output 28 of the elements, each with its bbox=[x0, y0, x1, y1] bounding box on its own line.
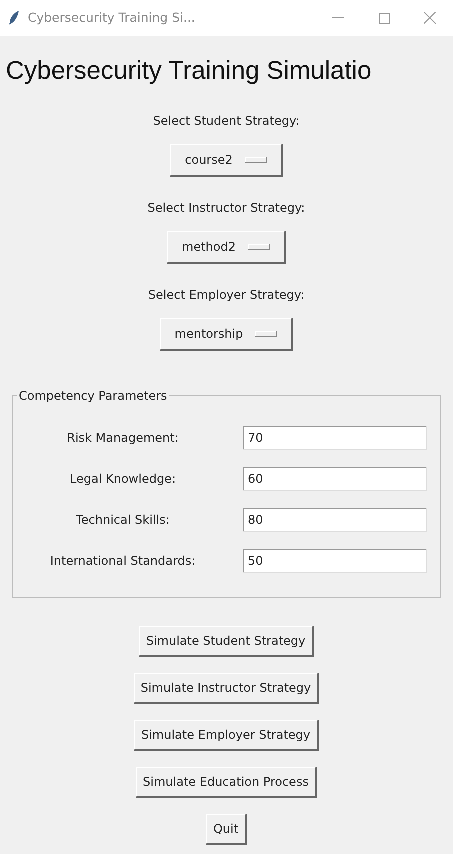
close-icon bbox=[424, 12, 436, 24]
indicator-icon bbox=[255, 331, 278, 338]
indicator-icon bbox=[244, 157, 267, 164]
option-menu[interactable]: course2 bbox=[170, 144, 283, 178]
feather-icon bbox=[8, 10, 20, 26]
field-label: Select Student Strategy: bbox=[152, 113, 301, 130]
option-menu[interactable]: method2 bbox=[167, 231, 286, 264]
action-button[interactable]: Simulate Education Process bbox=[136, 767, 317, 798]
app-heading: Cybersecurity Training Simulatio bbox=[6, 56, 373, 87]
field-label: Technical Skills: bbox=[75, 512, 171, 530]
maximize-icon bbox=[378, 12, 390, 24]
input-field[interactable]: 80 bbox=[243, 508, 427, 532]
minimize-icon bbox=[332, 17, 344, 19]
action-button[interactable]: Simulate Employer Strategy bbox=[134, 720, 319, 752]
option-menu[interactable]: mentorship bbox=[160, 318, 294, 352]
input-field[interactable]: 60 bbox=[243, 467, 427, 492]
field-label: Select Employer Strategy: bbox=[147, 287, 306, 304]
field-label: Legal Knowledge: bbox=[69, 471, 177, 488]
window-title: Cybersecurity Training Si... bbox=[28, 8, 196, 27]
input-field[interactable]: 50 bbox=[243, 549, 427, 574]
field-label: Risk Management: bbox=[66, 430, 180, 448]
indicator-icon bbox=[248, 244, 270, 250]
action-button[interactable]: Simulate Student Strategy bbox=[139, 626, 314, 658]
action-button[interactable]: Quit bbox=[206, 814, 247, 846]
field-label: International Standards: bbox=[49, 553, 197, 570]
field-label: Select Instructor Strategy: bbox=[146, 200, 306, 218]
input-field[interactable]: 70 bbox=[243, 426, 427, 450]
action-button[interactable]: Simulate Instructor Strategy bbox=[134, 673, 320, 704]
